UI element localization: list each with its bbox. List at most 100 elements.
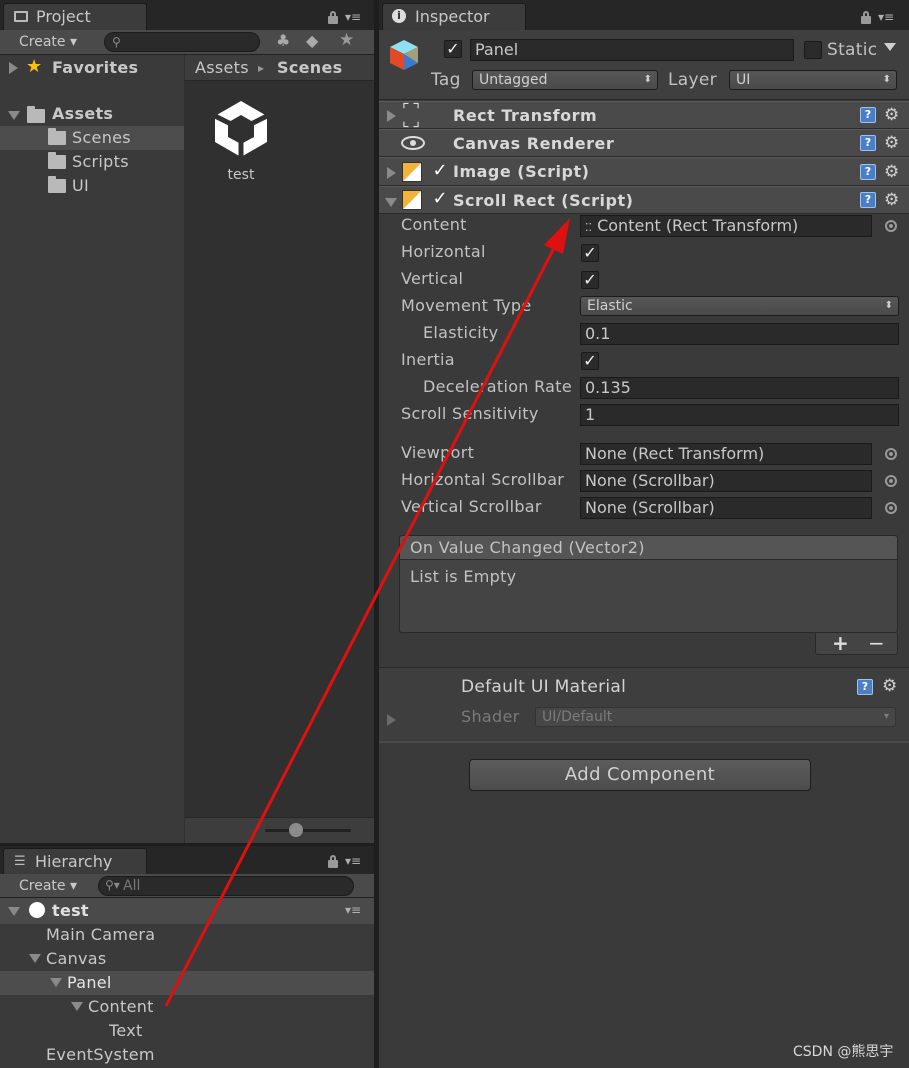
tab-project[interactable]: Project — [3, 3, 147, 30]
gear-icon[interactable]: ⚙ — [884, 106, 899, 124]
folder-item-scripts[interactable]: Scripts — [72, 150, 129, 174]
horizontal-checkbox[interactable]: ✓ — [581, 244, 599, 262]
tab-inspector[interactable]: i Inspector — [382, 3, 526, 30]
gear-icon[interactable]: ⚙ — [884, 134, 899, 152]
material-foldout-icon[interactable] — [387, 714, 396, 726]
component-scroll-rect[interactable]: ✓ Scroll Rect (Script) ? ⚙ — [379, 186, 909, 214]
deceleration-field[interactable]: 0.135 — [580, 377, 899, 399]
help-icon[interactable]: ? — [860, 135, 876, 151]
shader-dropdown[interactable]: UI/Default ▾ — [535, 707, 896, 727]
scene-foldout-icon[interactable] — [8, 907, 20, 916]
object-name-field[interactable]: Panel — [470, 39, 794, 61]
inspector-menu-icon[interactable]: ▾≡ — [878, 10, 894, 24]
movement-type-label: Movement Type — [401, 296, 532, 315]
hierarchy-lock-icon[interactable] — [328, 855, 338, 868]
inspector-lock-icon[interactable] — [861, 11, 871, 24]
image-foldout-icon[interactable] — [387, 167, 396, 179]
elasticity-field[interactable]: 0.1 — [580, 323, 899, 345]
tab-hierarchy[interactable]: ☰ Hierarchy — [3, 848, 147, 874]
folder-item-scenes[interactable]: Scenes — [0, 126, 184, 150]
gear-icon[interactable]: ⚙ — [882, 677, 897, 695]
search-placeholder: All — [123, 878, 141, 894]
vscrollbar-field[interactable]: None (Scrollbar) — [580, 497, 872, 519]
project-toolbar: Create ▾ ⚲ ♣ ◆ ★ — [0, 30, 374, 55]
divider — [379, 741, 909, 743]
filter-type-icon[interactable]: ♣ — [276, 31, 290, 50]
object-picker-icon[interactable] — [885, 475, 897, 487]
image-title: Image (Script) — [453, 162, 590, 181]
add-component-button[interactable]: Add Component — [469, 759, 811, 791]
scripts-folder-icon — [48, 152, 66, 169]
hierarchy-item-text[interactable]: Text — [109, 1019, 143, 1043]
updown-icon: ⬍ — [643, 74, 652, 85]
gameobject-cube-icon — [390, 40, 418, 70]
object-picker-icon[interactable] — [885, 220, 897, 232]
search-input[interactable]: ⚲ — [104, 32, 260, 52]
folder-item-ui[interactable]: UI — [72, 174, 89, 198]
help-icon[interactable]: ? — [857, 679, 873, 695]
static-checkbox[interactable] — [804, 41, 822, 59]
zoom-slider-track[interactable] — [265, 829, 351, 832]
hierarchy-menu-icon[interactable]: ▾≡ — [345, 854, 361, 868]
viewport-field[interactable]: None (Rect Transform) — [580, 443, 872, 465]
layer-dropdown[interactable]: UI ⬍ — [729, 70, 897, 90]
favorite-star-icon[interactable]: ★ — [339, 30, 354, 50]
hierarchy-item-main-camera[interactable]: Main Camera — [46, 923, 155, 947]
hierarchy-item-canvas[interactable]: Canvas — [46, 947, 107, 971]
static-dropdown-icon[interactable] — [884, 43, 896, 51]
asset-scene-test[interactable]: test — [205, 99, 277, 185]
folder-tab-icon — [14, 11, 28, 22]
inertia-checkbox[interactable]: ✓ — [581, 352, 599, 370]
scroll-rect-body: Content ⁚⁚ Content (Rect Transform) Hori… — [379, 214, 909, 664]
viewport-value: None (Rect Transform) — [585, 444, 765, 463]
inspector-panel: i Inspector ▾≡ ✓ Panel Static Tag Untagg… — [379, 0, 909, 1068]
object-picker-icon[interactable] — [885, 502, 897, 514]
vertical-checkbox[interactable]: ✓ — [581, 271, 599, 289]
component-canvas-renderer[interactable]: Canvas Renderer ? ⚙ — [379, 129, 909, 157]
hierarchy-item-content[interactable]: Content — [88, 995, 154, 1019]
breadcrumb-assets[interactable]: Assets — [195, 56, 249, 80]
component-rect-transform[interactable]: ⌜⌝ ⌞⌟ Rect Transform ? ⚙ — [379, 101, 909, 129]
hierarchy-item-eventsystem[interactable]: EventSystem — [46, 1043, 155, 1067]
canvas-foldout-icon[interactable] — [29, 954, 41, 963]
hierarchy-item-panel[interactable]: Panel — [0, 971, 374, 995]
active-checkbox[interactable]: ✓ — [444, 40, 462, 58]
content-object-field[interactable]: ⁚⁚ Content (Rect Transform) — [580, 215, 872, 237]
help-icon[interactable]: ? — [860, 164, 876, 180]
gear-icon[interactable]: ⚙ — [884, 191, 899, 209]
tag-dropdown[interactable]: Untagged ⬍ — [472, 70, 658, 90]
scroll-rect-foldout-icon[interactable] — [385, 198, 397, 207]
content-foldout-icon[interactable] — [71, 1002, 83, 1011]
gear-icon[interactable]: ⚙ — [884, 163, 899, 181]
favorites-foldout-icon[interactable] — [9, 62, 18, 74]
assets-foldout-icon[interactable] — [8, 111, 20, 120]
remove-listener-button[interactable]: − — [868, 631, 885, 655]
breadcrumb-scenes[interactable]: Scenes — [277, 56, 342, 80]
hierarchy-search-input[interactable]: ⚲▾ All — [98, 876, 354, 896]
object-picker-icon[interactable] — [885, 448, 897, 460]
panel-menu-icon[interactable]: ▾≡ — [345, 10, 361, 24]
sensitivity-label: Scroll Sensitivity — [401, 404, 539, 423]
image-enabled-checkbox[interactable]: ✓ — [431, 162, 449, 181]
asset-browser: Assets ▸ Scenes test — [185, 55, 374, 843]
scene-menu-icon[interactable]: ▾≡ — [345, 903, 361, 917]
tag-label: Tag — [431, 70, 461, 90]
hscrollbar-field[interactable]: None (Scrollbar) — [580, 470, 872, 492]
create-button[interactable]: Create ▾ — [19, 30, 77, 54]
component-image[interactable]: ✓ Image (Script) ? ⚙ — [379, 157, 909, 186]
favorites-label[interactable]: Favorites — [52, 56, 138, 80]
help-icon[interactable]: ? — [860, 192, 876, 208]
rect-transform-foldout-icon[interactable] — [387, 110, 396, 122]
movement-type-dropdown[interactable]: Elastic ⬍ — [580, 296, 899, 316]
zoom-slider-thumb[interactable] — [289, 823, 303, 837]
hierarchy-create-button[interactable]: Create ▾ — [19, 874, 77, 898]
sensitivity-field[interactable]: 1 — [580, 404, 899, 426]
filter-label-icon[interactable]: ◆ — [306, 31, 318, 50]
add-listener-button[interactable]: + — [832, 631, 849, 655]
scene-row[interactable]: test ▾≡ — [0, 898, 374, 924]
assets-label[interactable]: Assets — [52, 102, 113, 126]
scroll-rect-enabled-checkbox[interactable]: ✓ — [431, 190, 449, 209]
help-icon[interactable]: ? — [860, 107, 876, 123]
panel-foldout-icon[interactable] — [50, 978, 62, 987]
lock-icon[interactable] — [328, 11, 338, 24]
